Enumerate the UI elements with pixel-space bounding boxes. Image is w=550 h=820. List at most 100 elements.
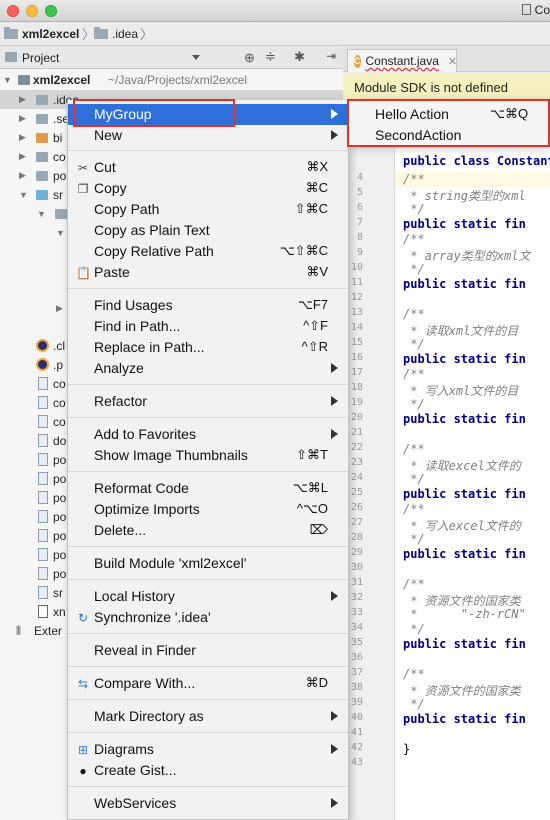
menu-separator [68,699,348,700]
folder-icon [4,27,18,39]
menu-item-reformat-code[interactable]: Reformat Code ⌥⌘L [68,478,348,499]
menu-item-hello-action[interactable]: Hello Action ⌥⌘Q [349,103,549,124]
window-titlebar: Co [0,0,550,22]
excluded-folder-icon [36,133,48,143]
tree-root[interactable]: ▼ xml2excel ~/Java/Projects/xml2excel [0,70,343,89]
code-line: public static fin [403,547,526,561]
breadcrumb-folder[interactable]: .idea [94,26,138,42]
menu-item-show-image-thumbnails[interactable]: Show Image Thumbnails ⇧⌘T [68,445,348,466]
menu-separator [68,471,348,472]
menu-item-add-to-favorites[interactable]: Add to Favorites [68,424,348,445]
code-line: /** [403,442,425,456]
menu-item-create-gist[interactable]: ● Create Gist... [68,760,348,781]
mygroup-submenu: Hello Action ⌥⌘Q SecondAction [349,99,549,145]
menu-item-optimize-imports[interactable]: Optimize Imports ^⌥O [68,499,348,520]
menu-separator [68,546,348,547]
close-window-button[interactable] [7,5,19,17]
code-line: */ [403,622,425,636]
code-line: /** [403,502,425,516]
expanded-triangle-icon: ▼ [19,189,28,200]
library-icon: ⫴ [16,624,22,638]
compare-icon: ⇆ [77,677,89,691]
menu-item-find-in-path[interactable]: Find in Path... ^⇧F [68,316,348,337]
code-line: public static fin [403,352,526,366]
maximize-window-button[interactable] [45,5,57,17]
menu-separator [68,579,348,580]
hide-panel-icon[interactable]: ⇥ [326,49,336,63]
menu-item-refactor[interactable]: Refactor [68,391,348,412]
submenu-arrow-icon [331,429,338,439]
submenu-arrow-icon [331,591,338,601]
java-class-icon: C [354,54,361,68]
menu-item-synchronize[interactable]: ↻ Synchronize '.idea' [68,607,348,628]
code-editor[interactable]: public class Constant /** * string类型的xml… [395,101,550,820]
code-line: public static fin [403,637,526,651]
collapse-all-icon[interactable]: ≑ [265,49,276,65]
scissors-icon: ✂ [77,161,89,175]
collapsed-triangle-icon: ▶ [19,151,26,161]
menu-item-copy-relative-path[interactable]: Copy Relative Path ⌥⇧⌘C [68,241,348,262]
menu-item-diagrams[interactable]: ⊞ Diagrams [68,739,348,760]
class-declaration: public class Constant [403,154,550,168]
menu-item-replace-in-path[interactable]: Replace in Path... ^⇧R [68,337,348,358]
menu-separator [68,417,348,418]
sdk-warning-banner: Module SDK is not defined [343,73,550,101]
menu-item-analyze[interactable]: Analyze [68,358,348,379]
code-line: /** [403,307,425,321]
menu-item-second-action[interactable]: SecondAction [349,124,549,145]
close-tab-icon[interactable]: ✕ [448,55,457,68]
project-view-selector[interactable]: Project [22,51,59,65]
text-file-icon [38,396,48,409]
menu-item-local-history[interactable]: Local History [68,586,348,607]
code-line: public static fin [403,277,526,291]
menu-item-reveal-in-finder[interactable]: Reveal in Finder [68,640,348,661]
source-folder-icon [36,190,48,200]
xml-file-icon [38,605,48,618]
menu-item-cut[interactable]: ✂ Cut ⌘X [68,157,348,178]
menu-separator [68,666,348,667]
menu-item-new[interactable]: New [68,125,348,146]
code-line: */ [403,397,425,411]
menu-item-compare-with[interactable]: ⇆ Compare With... ⌘D [68,673,348,694]
menu-item-copy-path[interactable]: Copy Path ⇧⌘C [68,199,348,220]
context-menu: MyGroup New ✂ Cut ⌘X ❐ Copy ⌘C Copy Path… [67,100,349,820]
text-file-icon [38,415,48,428]
file-icon [521,4,531,15]
text-file-icon [38,434,48,447]
menu-item-build-module[interactable]: Build Module 'xml2excel' [68,553,348,574]
expanded-triangle-icon: ▼ [56,227,65,238]
text-file-icon [38,491,48,504]
scroll-from-source-icon[interactable]: ⊕ [244,50,255,66]
minimize-window-button[interactable] [26,5,38,17]
menu-item-copy[interactable]: ❐ Copy ⌘C [68,178,348,199]
menu-item-copy-plain-text[interactable]: Copy as Plain Text [68,220,348,241]
code-line: public static fin [403,712,526,726]
menu-item-mark-directory-as[interactable]: Mark Directory as [68,706,348,727]
code-line: */ [403,532,425,546]
github-icon: ● [79,764,87,778]
menu-item-webservices[interactable]: WebServices [68,793,348,814]
text-file-icon [38,529,48,542]
menu-item-delete[interactable]: Delete... ⌦ [68,520,348,541]
project-panel-header: Project ⊕ ≑ ✱ ⇥ [0,47,343,69]
chevron-down-icon[interactable] [192,55,200,60]
breadcrumb-project[interactable]: xml2excel [4,26,79,42]
code-line: public static fin [403,412,526,426]
folder-icon [36,152,48,162]
code-line: /** [403,367,425,381]
gear-icon[interactable]: ✱ [294,49,305,65]
paste-icon: 📋 [76,266,91,280]
tab-constant-java[interactable]: C Constant.java ✕ [347,49,457,72]
eclipse-file-icon [36,358,49,371]
menu-separator [68,732,348,733]
code-line: } [403,742,411,756]
menu-item-mygroup[interactable]: MyGroup [68,104,348,125]
submenu-arrow-icon [331,363,338,373]
collapsed-triangle-icon: ▶ [56,303,63,313]
menu-item-find-usages[interactable]: Find Usages ⌥F7 [68,295,348,316]
code-line: */ [403,697,425,711]
project-view-icon [5,52,17,62]
menu-item-paste[interactable]: 📋 Paste ⌘V [68,262,348,283]
module-folder-icon [18,75,30,85]
code-line: */ [403,262,425,276]
